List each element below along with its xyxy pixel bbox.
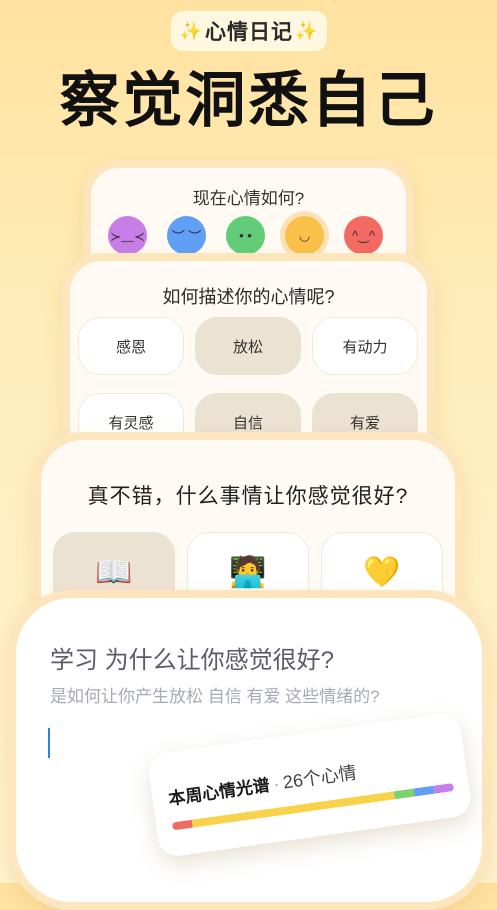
reason-card-title: 真不错，什么事情让你感觉很好? xyxy=(87,485,409,508)
laptop-person-icon: 🧑‍💻 xyxy=(229,555,267,589)
sad-face-glyph: ︶ ︶ xyxy=(171,229,202,244)
journal-subtext: 是如何让你产生放松 自信 有爱 这些情绪的? xyxy=(50,687,380,706)
good-face-glyph: ◡ xyxy=(298,227,311,243)
mood-card-title: 现在心情如何? xyxy=(192,189,305,208)
book-icon: 📖 xyxy=(95,555,133,589)
app-badge: ✨ 心情日记 ✨ xyxy=(171,11,327,51)
spectrum-title: 本周心情光谱 xyxy=(167,775,271,809)
headline: 察觉洞悉自己 xyxy=(59,67,438,134)
spectrum-segment xyxy=(413,785,435,797)
neutral-face-glyph: • • xyxy=(239,228,252,243)
sparkle-icon: ✨ xyxy=(179,20,203,41)
spectrum-segment xyxy=(433,782,455,794)
spectrum-separator: · xyxy=(272,774,281,794)
awful-face-icon[interactable]: ≻﹏≺ xyxy=(108,216,147,255)
tag-gratitude[interactable]: 感恩 xyxy=(78,317,184,375)
spectrum-segment xyxy=(394,788,415,800)
sad-face-icon[interactable]: ︶ ︶ xyxy=(167,216,206,255)
spectrum-count: 26个心情 xyxy=(281,762,358,793)
journal-text-input[interactable] xyxy=(48,728,50,758)
great-face-icon[interactable]: ^‿^ xyxy=(344,216,383,255)
neutral-face-icon[interactable]: • • xyxy=(226,216,265,255)
describe-card-title: 如何描述你的心情呢? xyxy=(162,287,335,307)
journal-question: 学习 为什么让你感觉很好? xyxy=(50,647,335,674)
mood-face-row: ≻﹏≺ ︶ ︶ • • ◡ ^‿^ xyxy=(108,216,383,255)
good-face-icon[interactable]: ◡ xyxy=(285,216,324,255)
spectrum-segment xyxy=(171,819,193,831)
tag-motivated[interactable]: 有动力 xyxy=(312,317,418,375)
sparkle-icon: ✨ xyxy=(295,20,319,41)
great-face-glyph: ^‿^ xyxy=(352,227,375,243)
awful-face-glyph: ≻﹏≺ xyxy=(110,229,145,244)
app-badge-label: 心情日记 xyxy=(205,21,293,44)
heart-icon: 💛 xyxy=(363,555,401,589)
tag-relaxed[interactable]: 放松 xyxy=(195,317,301,375)
